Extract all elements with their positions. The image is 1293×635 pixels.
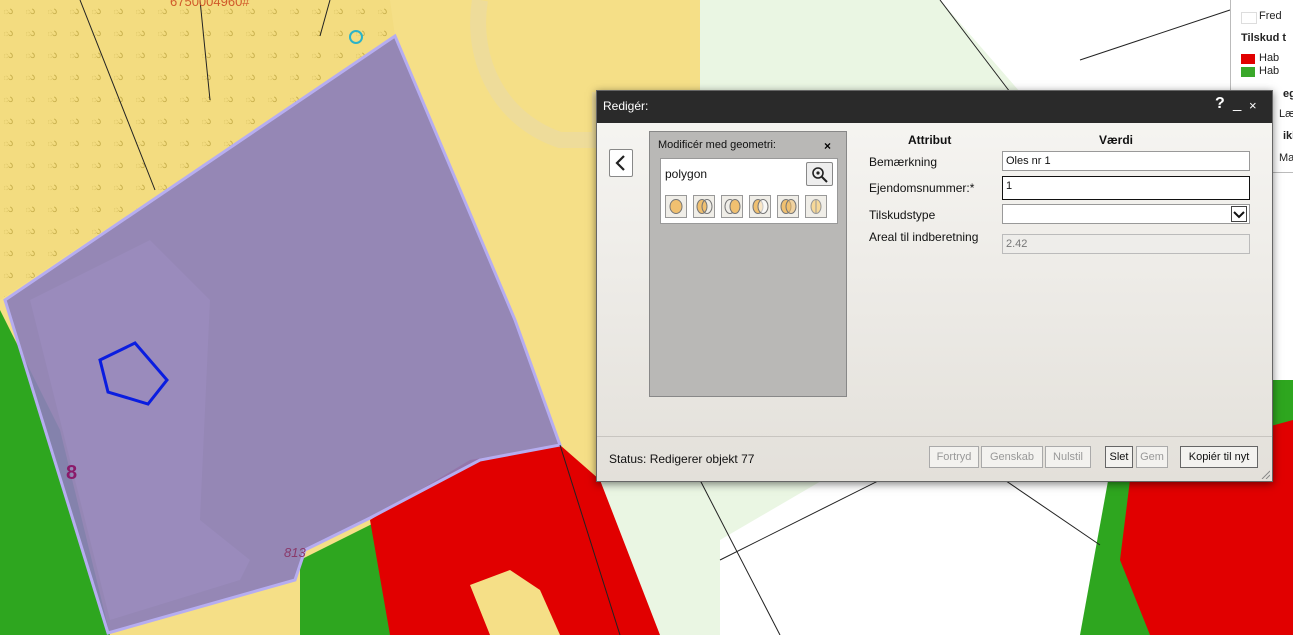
legend-item-laeh: Læh (1279, 108, 1293, 120)
geometry-panel-header: Modificér med geometri: (658, 139, 776, 151)
delete-button[interactable]: Slet (1105, 446, 1133, 468)
legend-item-matr: Matr (1279, 152, 1293, 164)
legend-item-fred: Fred (1259, 10, 1282, 22)
parcel-label: 8 (66, 462, 78, 484)
resize-grip-icon[interactable] (1260, 469, 1270, 479)
geometry-tools-box: polygon (660, 158, 838, 224)
chevron-down-icon (1231, 206, 1247, 222)
status-text: Status: Redigerer objekt 77 (609, 452, 755, 466)
legend-swatch-fred (1241, 12, 1257, 24)
help-button[interactable]: ? (1215, 95, 1225, 113)
dialog-titlebar[interactable]: Redigér: ? _ × (597, 91, 1272, 123)
undo-button[interactable]: Fortryd (929, 446, 979, 468)
footer-divider (597, 436, 1272, 437)
legend-heading-tilskud: Tilskud t (1241, 32, 1287, 44)
geometry-type-select[interactable]: polygon (665, 167, 707, 181)
close-button[interactable]: × (1249, 98, 1257, 113)
label-bemaerkning: Bemærkning (869, 155, 938, 169)
union-icon (669, 199, 683, 214)
split-icon (810, 199, 822, 214)
legend-item-hab-red: Hab (1259, 52, 1280, 64)
column-header-value: Værdi (1099, 133, 1134, 147)
parcel-number-label: 813 (284, 545, 306, 560)
redo-button[interactable]: Genskab (981, 446, 1043, 468)
bemaerkning-input[interactable]: Oles nr 1 (1002, 151, 1250, 171)
map-top-label: 6750004960# (170, 0, 250, 9)
legend-item-hab-green: Hab (1259, 65, 1280, 77)
intersect-icon (724, 199, 741, 214)
legend-swatch-green (1241, 67, 1255, 77)
magnifier-icon (812, 167, 828, 183)
save-button[interactable]: Gem (1136, 446, 1168, 468)
legend-heading-ikle: ikle (1283, 130, 1293, 142)
chevron-left-icon (615, 155, 625, 171)
reset-button[interactable]: Nulstil (1045, 446, 1091, 468)
ejendomsnummer-input[interactable]: 1 (1002, 176, 1250, 200)
label-tilskudstype: Tilskudstype (869, 208, 936, 222)
zoom-to-geometry-button[interactable] (806, 162, 833, 186)
geometry-tool-intersect[interactable] (721, 195, 743, 218)
label-areal: Areal til indberetning (869, 230, 979, 244)
legend-swatch-red (1241, 54, 1255, 64)
geometry-panel: Modificér med geometri: × polygon (649, 131, 847, 397)
tilskudstype-select[interactable] (1002, 204, 1250, 224)
minimize-button[interactable]: _ (1233, 95, 1241, 112)
difference-icon (752, 199, 769, 214)
legend-heading-egn: egn (1283, 88, 1293, 100)
geometry-tool-difference[interactable] (749, 195, 771, 218)
geometry-tool-union[interactable] (665, 195, 687, 218)
geometry-tool-subtract[interactable] (693, 195, 715, 218)
xor-icon (780, 199, 797, 214)
copy-to-new-button[interactable]: Kopiér til nyt (1180, 446, 1258, 468)
geometry-panel-close-button[interactable]: × (824, 139, 831, 153)
back-button[interactable] (609, 149, 633, 177)
dialog-title: Redigér: (603, 99, 649, 113)
geometry-tool-split[interactable] (805, 195, 827, 218)
subtract-icon (696, 199, 713, 214)
geometry-tool-xor[interactable] (777, 195, 799, 218)
column-header-attribute: Attribut (908, 133, 952, 147)
label-ejendomsnummer: Ejendomsnummer:* (869, 181, 975, 195)
edit-dialog: Redigér: ? _ × Modificér med geometri: ×… (596, 90, 1273, 482)
areal-readonly-field: 2.42 (1002, 234, 1250, 254)
